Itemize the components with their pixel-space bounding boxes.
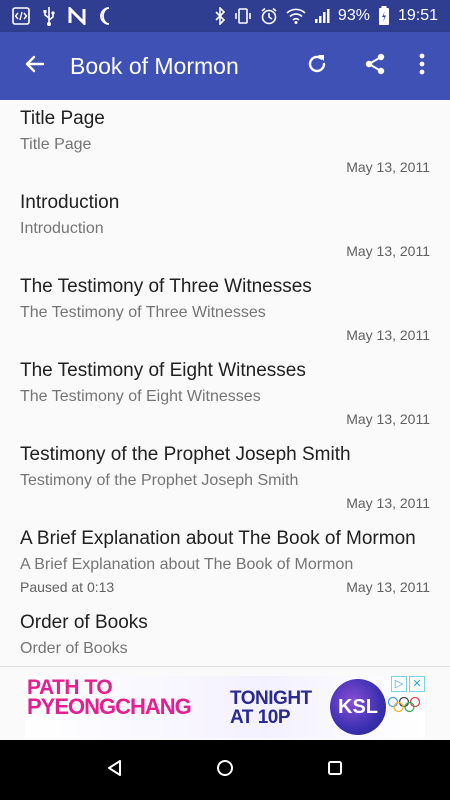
share-icon bbox=[363, 52, 387, 81]
alarm-icon bbox=[260, 7, 278, 25]
ad-info-icon[interactable]: ▷ bbox=[391, 676, 407, 692]
refresh-button[interactable] bbox=[288, 32, 346, 100]
system-nav-bar bbox=[0, 740, 450, 800]
list-item[interactable]: Introduction Introduction May 13, 2011 bbox=[0, 184, 450, 268]
share-button[interactable] bbox=[346, 32, 404, 100]
item-subtitle: Introduction bbox=[20, 220, 104, 237]
item-subtitle: Order of Books bbox=[20, 640, 128, 657]
signal-icon bbox=[314, 8, 330, 24]
list-item[interactable]: Title Page Title Page May 13, 2011 bbox=[0, 100, 450, 184]
item-date: May 13, 2011 bbox=[346, 495, 430, 511]
nav-home-button[interactable] bbox=[205, 750, 245, 790]
ad-logo: KSL bbox=[330, 679, 386, 735]
recents-square-icon bbox=[326, 759, 344, 782]
item-title: Title Page bbox=[20, 108, 105, 129]
item-date: May 13, 2011 bbox=[346, 327, 430, 343]
more-vert-icon bbox=[419, 53, 425, 80]
ad-close-icon[interactable]: ✕ bbox=[409, 676, 425, 692]
item-subtitle: Testimony of the Prophet Joseph Smith bbox=[20, 472, 299, 489]
ad-choices[interactable]: ▷ ✕ bbox=[391, 676, 425, 692]
home-circle-icon bbox=[215, 758, 235, 783]
page-title: Book of Mormon bbox=[70, 52, 239, 79]
usb-icon bbox=[42, 6, 56, 26]
item-title: Introduction bbox=[20, 192, 120, 213]
ad-area: PATH TO PYEONGCHANG TONIGHT AT 10P KSL ▷… bbox=[0, 667, 450, 740]
vibrate-icon bbox=[234, 7, 252, 25]
ad-tagline-line2: AT 10P bbox=[230, 707, 291, 728]
status-left-icons bbox=[12, 6, 114, 26]
item-date: May 13, 2011 bbox=[346, 243, 430, 259]
item-subtitle: Title Page bbox=[20, 136, 92, 153]
nav-recents-button[interactable] bbox=[315, 750, 355, 790]
item-title: The Testimony of Eight Witnesses bbox=[20, 360, 306, 381]
clock: 19:51 bbox=[397, 7, 438, 24]
ad-tagline: TONIGHT AT 10P bbox=[230, 689, 312, 727]
item-title: A Brief Explanation about The Book of Mo… bbox=[20, 528, 416, 549]
battery-percent: 93% bbox=[337, 7, 370, 24]
list-item[interactable]: A Brief Explanation about The Book of Mo… bbox=[0, 520, 450, 604]
olympic-rings-icon bbox=[387, 696, 421, 719]
item-date: May 13, 2011 bbox=[346, 411, 430, 427]
more-options-button[interactable] bbox=[404, 32, 440, 100]
chapter-list[interactable]: Title Page Title Page May 13, 2011 Intro… bbox=[0, 100, 450, 666]
back-button[interactable] bbox=[0, 32, 70, 100]
bluetooth-icon bbox=[214, 7, 226, 25]
ad-tagline-line1: TONIGHT bbox=[230, 688, 312, 709]
refresh-icon bbox=[305, 52, 329, 81]
item-title: The Testimony of Three Witnesses bbox=[20, 276, 312, 297]
status-bar: 93% 19:51 bbox=[0, 0, 450, 32]
ad-headline: PATH TO PYEONGCHANG bbox=[27, 677, 192, 719]
ad-banner[interactable]: PATH TO PYEONGCHANG TONIGHT AT 10P KSL ▷… bbox=[25, 676, 425, 738]
app-bar: Book of Mormon bbox=[0, 32, 450, 100]
wifi-icon bbox=[286, 8, 306, 24]
item-subtitle: A Brief Explanation about The Book of Mo… bbox=[20, 556, 354, 573]
item-status: Paused at 0:13 bbox=[20, 579, 115, 595]
list-item[interactable]: Testimony of the Prophet Joseph Smith Te… bbox=[0, 436, 450, 520]
back-triangle-icon bbox=[105, 758, 125, 783]
n-app-icon bbox=[68, 7, 86, 25]
ad-headline-line2: PYEONGCHANG bbox=[27, 694, 192, 719]
item-title: Order of Books bbox=[20, 612, 148, 633]
arrow-left-icon bbox=[23, 52, 47, 81]
code-icon bbox=[12, 7, 30, 25]
nav-back-button[interactable] bbox=[95, 750, 135, 790]
list-item[interactable]: The Testimony of Three Witnesses The Tes… bbox=[0, 268, 450, 352]
status-right-icons: 93% 19:51 bbox=[214, 6, 438, 26]
item-subtitle: The Testimony of Three Witnesses bbox=[20, 304, 266, 321]
item-subtitle: The Testimony of Eight Witnesses bbox=[20, 388, 261, 405]
list-item[interactable]: The Testimony of Eight Witnesses The Tes… bbox=[0, 352, 450, 436]
item-date: May 13, 2011 bbox=[346, 579, 430, 595]
item-title: Testimony of the Prophet Joseph Smith bbox=[20, 444, 351, 465]
item-date: May 13, 2011 bbox=[346, 159, 430, 175]
moon-icon bbox=[98, 7, 114, 25]
battery-icon bbox=[378, 6, 390, 26]
app-bar-actions bbox=[288, 32, 450, 100]
list-item[interactable]: Order of Books Order of Books bbox=[0, 604, 450, 666]
